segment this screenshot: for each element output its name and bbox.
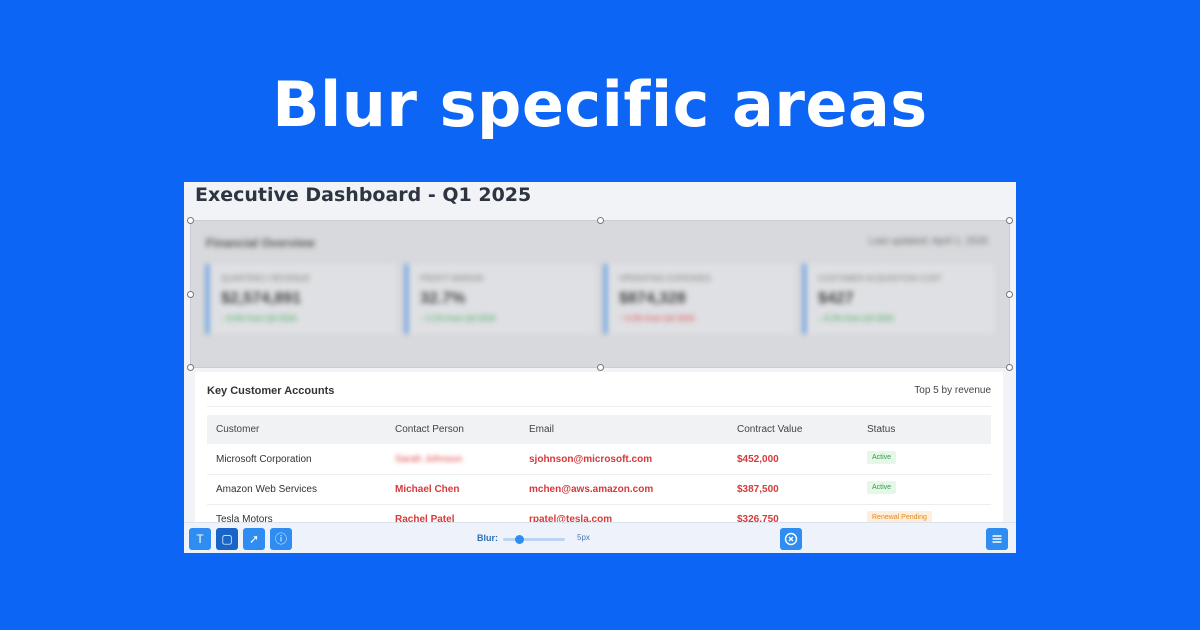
blurred-region[interactable]: Financial Overview Last updated: April 1… [190, 220, 1010, 368]
column-header-status: Status [867, 424, 896, 435]
column-header-contract-value: Contract Value [737, 424, 803, 435]
headline: Blur specific areas [272, 68, 928, 141]
metric-card: Customer Acquisition Cost $427 ↓ 6.2% from… [803, 264, 994, 334]
blur-slider[interactable] [503, 535, 565, 544]
contact-cell: Michael Chen [395, 484, 460, 495]
text-icon: T [196, 532, 204, 546]
info-icon: ⓘ [274, 532, 287, 546]
contact-cell-blurred: Sarah Johnson [395, 454, 463, 465]
cursor-icon: ➚ [248, 532, 260, 546]
metric-value: $874,328 [619, 290, 686, 307]
column-header-contact: Contact Person [395, 424, 464, 435]
metric-label: Profit Margin [420, 274, 484, 283]
metric-card: Operating Expenses $874,328 ↑ 4.3% from Q4… [604, 264, 795, 334]
select-tool-button[interactable]: ➚ [243, 528, 265, 550]
metric-label: Quarterly Revenue [221, 274, 310, 283]
metric-value: $2,574,891 [221, 290, 302, 307]
blur-label: Blur: [477, 533, 498, 543]
metric-trend: ↓ 6.2% from Q4 2024 [818, 314, 894, 323]
metric-value: 32.7% [420, 290, 466, 307]
cancel-icon [784, 532, 798, 546]
key-customer-accounts-card: Key Customer Accounts Top 5 by revenue C… [195, 372, 1003, 535]
table-row: Microsoft Corporation Sarah Johnson sjoh… [207, 444, 991, 475]
metric-card: Profit Margin 32.7% ↑ 2.1% from Q4 2024 [405, 264, 596, 334]
table-row: Amazon Web Services Michael Chen mchen@a… [207, 474, 991, 505]
accounts-subtitle: Top 5 by revenue [914, 385, 991, 396]
contract-value-cell: $387,500 [737, 484, 779, 495]
divider [207, 406, 991, 407]
blur-toolbar: T ▢ ➚ ⓘ Blur: 5px [184, 522, 1016, 553]
metric-trend: ↑ 4.3% from Q4 2024 [619, 314, 695, 323]
metric-label: Customer Acquisition Cost [818, 274, 942, 283]
status-badge: Active [867, 481, 897, 494]
metric-trend: ↑ 2.1% from Q4 2024 [420, 314, 496, 323]
customer-cell: Microsoft Corporation [216, 454, 312, 465]
blur-slider-knob[interactable] [514, 535, 524, 544]
menu-button[interactable] [986, 528, 1008, 550]
customer-cell: Amazon Web Services [216, 484, 317, 495]
metric-label: Operating Expenses [619, 274, 711, 283]
dashboard-title: Executive Dashboard - Q1 2025 [195, 184, 532, 206]
email-cell: sjohnson@microsoft.com [529, 454, 653, 465]
table-header: Customer Contact Person Email Contract V… [207, 415, 991, 444]
info-tool-button[interactable]: ⓘ [270, 528, 292, 550]
blur-value: 5px [577, 533, 590, 542]
column-header-customer: Customer [216, 424, 260, 435]
metric-card: Quarterly Revenue $2,574,891 ↑ 8.4% from Q… [206, 264, 397, 334]
contract-value-cell: $452,000 [737, 454, 779, 465]
rectangle-icon: ▢ [221, 532, 233, 546]
column-header-email: Email [529, 424, 555, 435]
metric-value: $427 [818, 290, 854, 307]
financial-overview-heading: Financial Overview [206, 236, 315, 250]
rectangle-tool-button[interactable]: ▢ [216, 528, 238, 550]
clear-blur-button[interactable] [780, 528, 802, 550]
accounts-title: Key Customer Accounts [207, 385, 335, 397]
menu-icon [992, 535, 1002, 543]
dashboard-screenshot: Executive Dashboard - Q1 2025 Financial … [184, 182, 1016, 553]
financial-overview-panel: Financial Overview Last updated: April 1… [190, 220, 1010, 368]
last-updated-text: Last updated: April 1, 2025 [869, 236, 988, 247]
email-cell: mchen@aws.amazon.com [529, 484, 654, 495]
metric-trend: ↑ 8.4% from Q4 2024 [221, 314, 297, 323]
text-tool-button[interactable]: T [189, 528, 211, 550]
status-badge: Active [867, 451, 897, 464]
